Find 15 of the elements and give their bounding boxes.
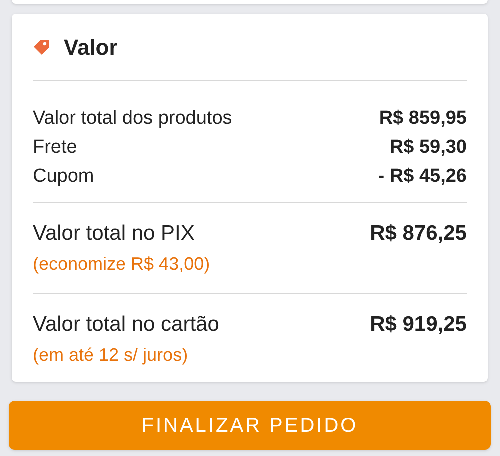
section-title: Valor [64, 34, 118, 62]
line-value: R$ 859,95 [379, 107, 467, 132]
line-label: Frete [33, 136, 78, 160]
total-value: R$ 919,25 [370, 312, 467, 338]
line-label: Cupom [33, 165, 94, 190]
total-label: Valor total no PIX [33, 221, 195, 248]
total-note: (economize R$ 43,00) [33, 252, 212, 276]
line-label: Valor total dos produtos [33, 107, 232, 132]
total-note: (em até 12 s/ juros) [33, 344, 190, 367]
tag-icon [33, 38, 51, 56]
line-value: R$ 59,30 [390, 136, 467, 160]
total-label: Valor total no cartão [33, 312, 220, 338]
checkout-button[interactable]: FINALIZAR PEDIDO [9, 401, 491, 450]
total-value: R$ 876,25 [370, 221, 467, 248]
line-value: - R$ 45,26 [378, 165, 467, 190]
